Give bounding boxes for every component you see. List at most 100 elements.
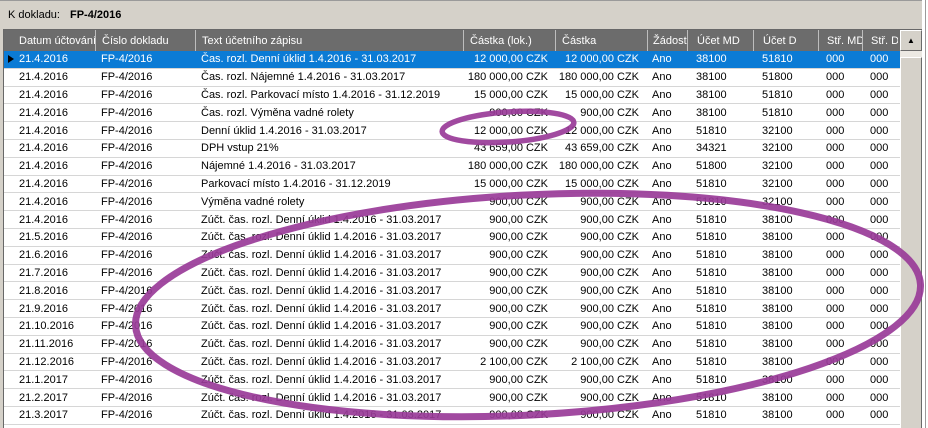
cell-str-md: 000 (818, 122, 862, 139)
column-header-castka[interactable]: Částka (555, 30, 647, 51)
table-row[interactable]: 21.4.2016 FP-4/2016 Parkovací místo 1.4.… (4, 176, 901, 194)
cell-ucet-d: 38100 (753, 211, 818, 228)
column-header-datum-uctovani[interactable]: Datum účtování (4, 30, 95, 51)
cell-str-d: 000 (862, 51, 898, 68)
cell-castka: 900,00 CZK (555, 211, 647, 228)
cell-castka: 900,00 CZK (555, 229, 647, 246)
cell-str-d: 000 (862, 265, 898, 282)
cell-ucet-md: 51810 (687, 122, 753, 139)
cell-datum: 21.4.2016 (4, 193, 95, 210)
cell-str-d: 000 (862, 69, 898, 86)
cell-castka: 900,00 CZK (555, 193, 647, 210)
cell-str-md: 000 (818, 336, 862, 353)
cell-castka: 43 659,00 CZK (555, 140, 647, 157)
cell-zadost: Ano (647, 300, 687, 317)
column-header-str-d[interactable]: Stř. D (862, 30, 898, 51)
cell-castka: 900,00 CZK (555, 282, 647, 299)
cell-str-d: 000 (862, 318, 898, 335)
table-row[interactable]: 21.7.2016 FP-4/2016 Zúčt. čas. rozl. Den… (4, 265, 901, 283)
cell-datum: 21.6.2016 (4, 247, 95, 264)
column-header-str-md[interactable]: Stř. MD (818, 30, 862, 51)
table-row[interactable]: 21.10.2016 FP-4/2016 Zúčt. čas. rozl. De… (4, 318, 901, 336)
cell-str-md: 000 (818, 371, 862, 388)
table-row[interactable]: 21.8.2016 FP-4/2016 Zúčt. čas. rozl. Den… (4, 282, 901, 300)
cell-text: Čas. rozl. Nájemné 1.4.2016 - 31.03.2017 (195, 69, 463, 86)
cell-cislo: FP-4/2016 (95, 371, 195, 388)
cell-zadost: Ano (647, 69, 687, 86)
table-row[interactable]: 21.11.2016 FP-4/2016 Zúčt. čas. rozl. De… (4, 336, 901, 354)
cell-cislo: FP-4/2016 (95, 229, 195, 246)
cell-str-md: 000 (818, 354, 862, 371)
cell-castka-lok: 900,00 CZK (463, 336, 555, 353)
cell-text: Zúčt. čas. rozl. Denní úklid 1.4.2016 - … (195, 336, 463, 353)
cell-castka: 900,00 CZK (555, 389, 647, 406)
cell-datum: 21.4.2016 (4, 158, 95, 175)
table-row[interactable]: 21.6.2016 FP-4/2016 Zúčt. čas. rozl. Den… (4, 247, 901, 265)
table-row[interactable]: 21.4.2016 FP-4/2016 Nájemné 1.4.2016 - 3… (4, 158, 901, 176)
cell-ucet-d: 51810 (753, 104, 818, 121)
scroll-up-arrow-icon: ▲ (907, 36, 915, 45)
cell-cislo: FP-4/2016 (95, 282, 195, 299)
table-row[interactable]: 21.1.2017 FP-4/2016 Zúčt. čas. rozl. Den… (4, 371, 901, 389)
column-header-ucet-md[interactable]: Účet MD (687, 30, 753, 51)
cell-datum: 21.8.2016 (4, 282, 95, 299)
cell-castka: 900,00 CZK (555, 104, 647, 121)
cell-zadost: Ano (647, 122, 687, 139)
cell-cislo: FP-4/2016 (95, 51, 195, 68)
column-header-cislo-dokladu[interactable]: Číslo dokladu (95, 30, 195, 51)
table-row[interactable]: 21.4.2016 FP-4/2016 Čas. rozl. Výměna va… (4, 104, 901, 122)
table-row[interactable]: 21.4.2016 FP-4/2016 Čas. rozl. Parkovací… (4, 87, 901, 105)
table-row[interactable]: 21.2.2017 FP-4/2016 Zúčt. čas. rozl. Den… (4, 389, 901, 407)
cell-ucet-d: 51810 (753, 51, 818, 68)
cell-datum: 21.4.2016 (4, 122, 95, 139)
cell-castka: 15 000,00 CZK (555, 87, 647, 104)
column-header-zadost[interactable]: Žádost (647, 30, 687, 51)
cell-datum: 21.4.2016 (4, 211, 95, 228)
cell-str-md: 000 (818, 407, 862, 424)
cell-zadost: Ano (647, 318, 687, 335)
cell-ucet-md: 51810 (687, 247, 753, 264)
cell-zadost: Ano (647, 389, 687, 406)
cell-ucet-md: 51810 (687, 318, 753, 335)
scrollbar-thumb[interactable] (900, 57, 922, 428)
cell-castka-lok: 180 000,00 CZK (463, 69, 555, 86)
column-header-ucet-d[interactable]: Účet D (753, 30, 818, 51)
cell-ucet-d: 38100 (753, 247, 818, 264)
column-header-castka-lok[interactable]: Částka (lok.) (463, 30, 555, 51)
cell-str-md: 000 (818, 69, 862, 86)
table-row[interactable]: 21.4.2016 FP-4/2016 Čas. rozl. Nájemné 1… (4, 69, 901, 87)
cell-ucet-md: 51810 (687, 229, 753, 246)
table-row[interactable]: 21.5.2016 FP-4/2016 Zúčt. čas. rozl. Den… (4, 229, 901, 247)
cell-castka-lok: 900,00 CZK (463, 229, 555, 246)
table-row[interactable]: 21.4.2016 FP-4/2016 Čas. rozl. Denní úkl… (4, 51, 901, 69)
cell-ucet-md: 38100 (687, 51, 753, 68)
table-row[interactable]: 21.4.2016 FP-4/2016 DPH vstup 21% 43 659… (4, 140, 901, 158)
cell-zadost: Ano (647, 371, 687, 388)
cell-cislo: FP-4/2016 (95, 193, 195, 210)
table-row[interactable]: 21.12.2016 FP-4/2016 Zúčt. čas. rozl. De… (4, 354, 901, 372)
scroll-up-button[interactable]: ▲ (900, 30, 922, 51)
cell-cislo: FP-4/2016 (95, 300, 195, 317)
cell-str-d: 000 (862, 300, 898, 317)
cell-str-d: 000 (862, 140, 898, 157)
table-row[interactable]: 21.9.2016 FP-4/2016 Zúčt. čas. rozl. Den… (4, 300, 901, 318)
cell-cislo: FP-4/2016 (95, 354, 195, 371)
cell-castka-lok: 900,00 CZK (463, 300, 555, 317)
cell-castka: 900,00 CZK (555, 318, 647, 335)
cell-ucet-md: 51810 (687, 211, 753, 228)
cell-ucet-d: 38100 (753, 407, 818, 424)
cell-castka-lok: 12 000,00 CZK (463, 51, 555, 68)
table-row[interactable]: 21.3.2017 FP-4/2016 Zúčt. čas. rozl. Den… (4, 407, 901, 425)
table-row[interactable]: 21.4.2016 FP-4/2016 Denní úklid 1.4.2016… (4, 122, 901, 140)
cell-str-md: 000 (818, 318, 862, 335)
table-row[interactable]: 21.4.2016 FP-4/2016 Zúčt. čas. rozl. Den… (4, 211, 901, 229)
table-row[interactable]: 21.4.2016 FP-4/2016 Výměna vadné rolety … (4, 193, 901, 211)
cell-castka-lok: 900,00 CZK (463, 211, 555, 228)
vertical-scrollbar[interactable]: ▲ (900, 30, 922, 428)
cell-text: Zúčt. čas. rozl. Denní úklid 1.4.2016 - … (195, 371, 463, 388)
cell-cislo: FP-4/2016 (95, 318, 195, 335)
cell-text: Zúčt. čas. rozl. Denní úklid 1.4.2016 - … (195, 300, 463, 317)
cell-castka: 900,00 CZK (555, 265, 647, 282)
column-header-text-zapisu[interactable]: Text účetního zápisu (195, 30, 463, 51)
cell-ucet-d: 38100 (753, 265, 818, 282)
